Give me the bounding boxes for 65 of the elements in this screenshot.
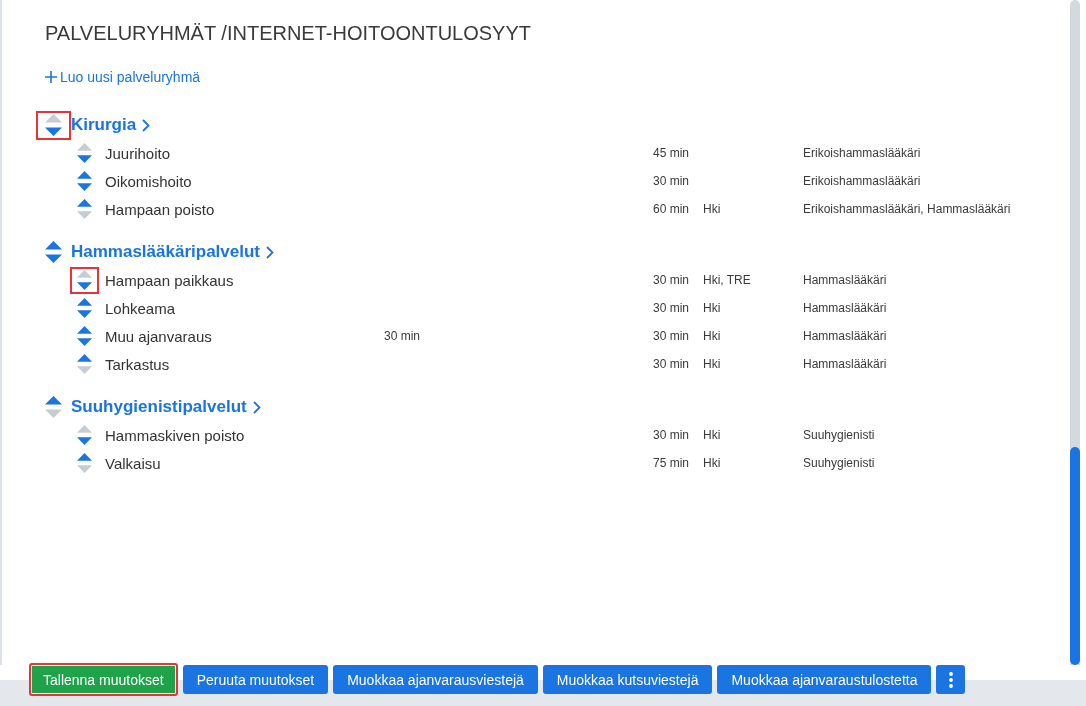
- service-name: Valkaisu: [105, 454, 161, 472]
- chevron-right-icon[interactable]: [266, 245, 274, 259]
- profession-text: Hammaslääkäri: [803, 329, 887, 343]
- profession-text: Erikoishammaslääkäri, Hammaslääkäri: [803, 202, 1011, 216]
- sort-arrows-icon[interactable]: [77, 199, 92, 219]
- location-text: Hki: [703, 202, 721, 216]
- duration-text: 30 min: [653, 273, 690, 287]
- location-text: Hki: [703, 428, 721, 442]
- time-text: 30 min: [384, 329, 421, 343]
- location-text: Hki: [703, 301, 721, 315]
- action-button[interactable]: Muokkaa ajanvarausviestejä: [333, 665, 538, 694]
- profession-text: Hammaslääkäri: [803, 301, 887, 315]
- sort-arrows-icon[interactable]: [36, 110, 71, 140]
- service-name: Hampaan paikkaus: [105, 271, 234, 289]
- duration-text: 30 min: [653, 174, 690, 188]
- location-text: Hki: [703, 456, 721, 470]
- service-name: Hammaskiven poisto: [105, 426, 245, 444]
- duration-text: 30 min: [653, 428, 690, 442]
- group-link[interactable]: Hammaslääkäripalvelut: [71, 242, 260, 262]
- service-name: Lohkeama: [105, 299, 176, 317]
- plus-icon: [45, 71, 57, 83]
- group-link[interactable]: Suuhygienistipalvelut: [71, 397, 247, 417]
- service-name: Tarkastus: [105, 355, 170, 373]
- action-button[interactable]: Muokkaa kutsuviestejä: [542, 665, 713, 694]
- action-button[interactable]: Muokkaa ajanvaraustulostetta: [717, 665, 932, 694]
- sort-arrows-icon[interactable]: [45, 241, 62, 263]
- sort-arrows-icon[interactable]: [77, 425, 92, 445]
- service-name: Muu ajanvaraus: [105, 327, 212, 345]
- duration-text: 30 min: [653, 329, 690, 343]
- duration-text: 60 min: [653, 202, 690, 216]
- more-options-button[interactable]: [936, 665, 966, 694]
- sort-arrows-icon[interactable]: [77, 143, 92, 163]
- profession-text: Hammaslääkäri: [803, 273, 887, 287]
- sort-arrows-icon[interactable]: [45, 396, 62, 418]
- duration-text: 75 min: [653, 456, 690, 470]
- location-text: Hki: [703, 329, 721, 343]
- sort-arrows-icon[interactable]: [70, 266, 99, 294]
- chevron-right-icon[interactable]: [142, 118, 151, 132]
- duration-text: 45 min: [653, 146, 690, 160]
- service-name: Juurihoito: [105, 144, 171, 162]
- save-button[interactable]: Tallenna muutokset: [29, 663, 178, 696]
- action-button[interactable]: Peruuta muutokset: [182, 665, 329, 694]
- profession-text: Suuhygienisti: [803, 428, 875, 442]
- sort-arrows-icon[interactable]: [77, 354, 92, 374]
- service-name: Oikomishoito: [105, 172, 192, 190]
- scrollbar-thumb[interactable]: [1070, 446, 1080, 665]
- chevron-right-icon[interactable]: [252, 400, 261, 414]
- profession-text: Hammaslääkäri: [803, 357, 887, 371]
- duration-text: 30 min: [653, 301, 690, 315]
- profession-text: Suuhygienisti: [803, 456, 875, 470]
- sort-arrows-icon[interactable]: [77, 453, 92, 473]
- sort-arrows-icon[interactable]: [77, 171, 92, 191]
- profession-text: Erikoishammaslääkäri: [803, 146, 921, 160]
- location-text: Hki: [703, 357, 721, 371]
- location-text: Hki, TRE: [703, 273, 751, 287]
- create-group-link[interactable]: Luo uusi palveluryhmä: [45, 67, 201, 87]
- sort-arrows-icon[interactable]: [77, 326, 92, 346]
- page-title: PALVELURYHMÄT /INTERNET-HOITOONTULOSYYT: [45, 21, 531, 46]
- sort-arrows-icon[interactable]: [77, 298, 92, 318]
- scrollbar[interactable]: [1070, 0, 1080, 665]
- duration-text: 30 min: [653, 357, 690, 371]
- kebab-icon: [948, 671, 953, 688]
- profession-text: Erikoishammaslääkäri: [803, 174, 921, 188]
- service-name: Hampaan poisto: [105, 200, 215, 218]
- group-link[interactable]: Kirurgia: [71, 115, 137, 135]
